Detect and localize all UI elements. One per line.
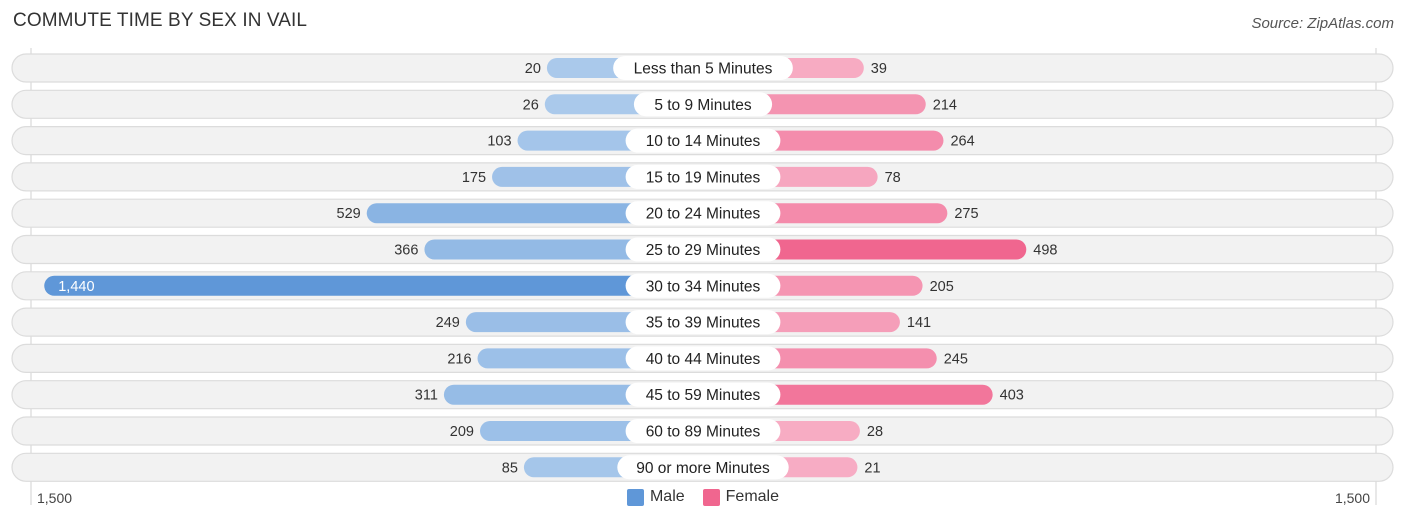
value-label-female: 498 bbox=[1033, 243, 1057, 259]
category-label: 40 to 44 Minutes bbox=[646, 351, 761, 368]
category-label: 45 to 59 Minutes bbox=[646, 387, 761, 404]
value-label-female: 141 bbox=[907, 315, 931, 331]
value-label-male: 216 bbox=[447, 351, 471, 367]
value-label-male: 1,440 bbox=[58, 279, 94, 295]
chart: Less than 5 Minutes 20 39 5 to 9 Minutes 26 2… bbox=[11, 48, 1394, 506]
value-label-female: 39 bbox=[871, 61, 887, 77]
value-label-male: 311 bbox=[415, 388, 438, 404]
category-label: 25 to 29 Minutes bbox=[646, 242, 761, 259]
category-label: 20 to 24 Minutes bbox=[646, 206, 761, 223]
legend-swatch-female bbox=[702, 488, 720, 506]
value-label-female: 245 bbox=[944, 351, 968, 367]
value-label-female: 28 bbox=[867, 424, 883, 440]
value-label-male: 103 bbox=[487, 134, 511, 150]
value-label-female: 78 bbox=[885, 170, 901, 186]
value-label-female: 214 bbox=[933, 97, 957, 113]
value-label-male: 20 bbox=[525, 61, 541, 77]
value-label-female: 403 bbox=[1000, 388, 1024, 404]
legend-swatch-male bbox=[626, 488, 644, 506]
value-label-male: 249 bbox=[436, 315, 460, 331]
value-label-female: 205 bbox=[930, 279, 954, 295]
category-label: 5 to 9 Minutes bbox=[654, 97, 752, 114]
category-label: 15 to 19 Minutes bbox=[646, 169, 761, 186]
value-label-male: 209 bbox=[450, 424, 474, 440]
legend-item-male[interactable]: Male bbox=[626, 488, 685, 506]
value-label-female: 21 bbox=[864, 460, 880, 476]
value-label-male: 175 bbox=[462, 170, 486, 186]
value-label-male: 26 bbox=[523, 97, 539, 113]
value-label-female: 275 bbox=[954, 206, 978, 222]
legend: Male Female bbox=[0, 488, 1406, 506]
category-label: 35 to 39 Minutes bbox=[646, 315, 761, 332]
category-label: 30 to 34 Minutes bbox=[646, 278, 761, 295]
bar-male[interactable] bbox=[44, 275, 704, 296]
value-label-male: 366 bbox=[394, 243, 418, 259]
category-label: 10 to 14 Minutes bbox=[646, 133, 761, 150]
category-label: 90 or more Minutes bbox=[636, 460, 770, 477]
legend-label-female: Female bbox=[725, 488, 780, 505]
value-label-male: 85 bbox=[502, 460, 518, 476]
legend-label-male: Male bbox=[649, 488, 685, 505]
legend-item-female[interactable]: Female bbox=[702, 488, 780, 506]
value-label-female: 264 bbox=[950, 134, 974, 150]
category-label: Less than 5 Minutes bbox=[634, 61, 773, 78]
category-label: 60 to 89 Minutes bbox=[646, 424, 761, 441]
value-label-male: 529 bbox=[337, 206, 361, 222]
